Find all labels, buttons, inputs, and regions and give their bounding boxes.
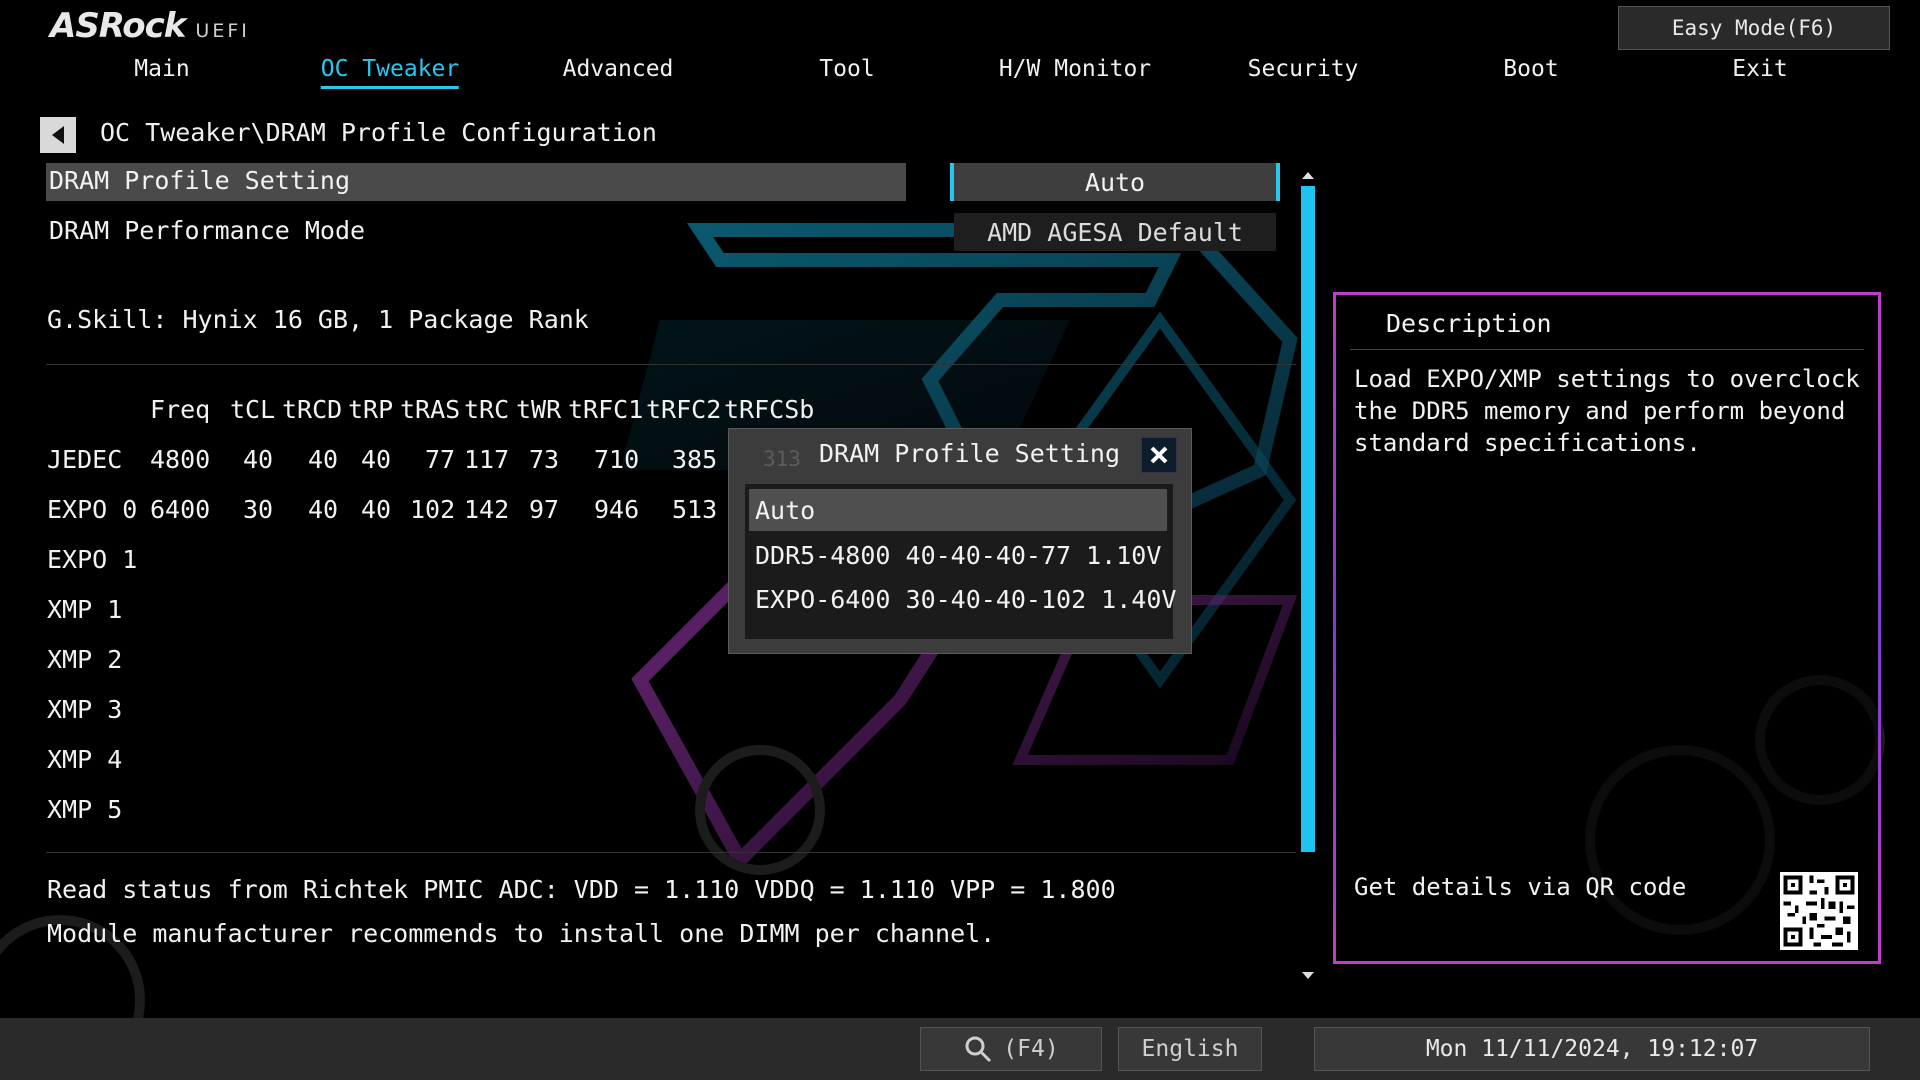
row-name: XMP 1	[47, 595, 123, 624]
row-name: EXPO 1	[47, 545, 138, 574]
popup-close-button[interactable]	[1141, 437, 1177, 473]
table-row: XMP 4	[46, 745, 746, 779]
tab-main[interactable]: Main	[134, 56, 189, 86]
row-name: XMP 3	[47, 695, 123, 724]
table-row: XMP 2	[46, 645, 746, 679]
cell: 513	[672, 495, 718, 524]
language-button[interactable]: English	[1118, 1027, 1262, 1071]
search-icon	[965, 1036, 992, 1063]
tab-advanced[interactable]: Advanced	[563, 56, 674, 86]
cell: 102	[410, 495, 456, 524]
popup-option-ddr5-4800[interactable]: DDR5-4800 40-40-40-77 1.10V	[749, 534, 1167, 576]
row-name: EXPO 0	[47, 495, 138, 524]
col-trcd: tRCD	[282, 395, 343, 424]
col-twr: tWR	[516, 395, 562, 424]
module-info: G.Skill: Hynix 16 GB, 1 Package Rank	[47, 305, 589, 334]
col-tras: tRAS	[400, 395, 461, 424]
cell: 4800	[150, 445, 211, 474]
col-freq: Freq	[150, 395, 211, 424]
search-shortcut: (F4)	[1003, 1036, 1059, 1062]
tab-tool[interactable]: Tool	[819, 56, 874, 86]
asrock-logo: ASRock UEFI	[50, 6, 250, 50]
breadcrumb: OC Tweaker\DRAM Profile Configuration	[100, 118, 657, 147]
tab-exit[interactable]: Exit	[1732, 56, 1787, 86]
easy-mode-button[interactable]: Easy Mode(F6)	[1618, 6, 1890, 50]
table-row: JEDEC 4800 40 40 40 77 117 73 710 385	[46, 445, 746, 479]
col-trfc1: tRFC1	[568, 395, 644, 424]
description-title: Description	[1386, 309, 1552, 338]
scroll-down-arrow-icon[interactable]	[1302, 972, 1314, 979]
tab-oc-tweaker[interactable]: OC Tweaker	[320, 56, 460, 89]
close-icon	[1150, 446, 1168, 464]
cell: 40	[308, 445, 339, 474]
pmic-status: Read status from Richtek PMIC ADC: VDD =…	[47, 875, 1116, 904]
dram-profile-setting-label: DRAM Profile Setting	[49, 166, 351, 195]
logo-text: ASRock	[50, 6, 186, 46]
dram-performance-mode-label: DRAM Performance Mode	[49, 216, 366, 245]
back-arrow-icon	[52, 126, 64, 144]
col-trc: tRC	[464, 395, 510, 424]
cell: 385	[672, 445, 718, 474]
row-name: XMP 4	[47, 745, 123, 774]
col-tcl: tCL	[230, 395, 276, 424]
cell: 117	[464, 445, 510, 474]
cell: 40	[361, 495, 392, 524]
row-name: JEDEC	[47, 445, 123, 474]
col-trfc2: tRFC2	[646, 395, 722, 424]
tab-boot[interactable]: Boot	[1503, 56, 1558, 86]
dram-performance-mode-value[interactable]: AMD AGESA Default	[954, 213, 1276, 251]
divider-top	[46, 364, 1296, 365]
cell: 97	[529, 495, 560, 524]
back-button[interactable]	[40, 117, 76, 153]
cell: 30	[243, 495, 274, 524]
tab-security[interactable]: Security	[1248, 56, 1359, 86]
qr-code-icon	[1780, 872, 1858, 950]
cell: 6400	[150, 495, 211, 524]
dram-profile-popup: 313 DRAM Profile Setting Auto DDR5-4800 …	[728, 428, 1192, 654]
popup-option-expo-6400[interactable]: EXPO-6400 30-40-40-102 1.40V	[749, 578, 1176, 620]
popup-ghost-value: 313	[763, 447, 801, 471]
description-text: Load EXPO/XMP settings to overclock the …	[1354, 365, 1860, 457]
main-tab-bar: Main OC Tweaker Advanced Tool H/W Monito…	[0, 56, 1920, 96]
row-name: XMP 2	[47, 645, 123, 674]
table-row: EXPO 1	[46, 545, 746, 579]
col-trfcsb: tRFCSb	[724, 395, 815, 424]
dimm-note: Module manufacturer recommends to instal…	[47, 919, 996, 948]
table-row: XMP 5	[46, 795, 746, 829]
dram-profile-setting-value[interactable]: Auto	[950, 163, 1280, 201]
table-row: EXPO 0 6400 30 40 40 102 142 97 946 513	[46, 495, 746, 529]
tab-hw-monitor[interactable]: H/W Monitor	[999, 56, 1151, 86]
popup-option-list: Auto DDR5-4800 40-40-40-77 1.10V EXPO-64…	[745, 484, 1176, 639]
cell: 40	[308, 495, 339, 524]
popup-title: DRAM Profile Setting	[819, 439, 1121, 468]
scrollbar-thumb[interactable]	[1301, 186, 1315, 852]
cell: 710	[594, 445, 640, 474]
scroll-up-arrow-icon[interactable]	[1302, 172, 1314, 179]
footer-bar: (F4) English Mon 11/11/2024, 19:12:07	[0, 1018, 1920, 1080]
cell: 946	[594, 495, 640, 524]
popup-option-auto[interactable]: Auto	[749, 489, 1167, 531]
description-panel: Description Load EXPO/XMP settings to ov…	[1333, 292, 1881, 964]
logo-subtext: UEFI	[195, 20, 250, 42]
table-row: XMP 3	[46, 695, 746, 729]
col-trp: tRP	[348, 395, 394, 424]
table-row: XMP 1	[46, 595, 746, 629]
divider-bottom	[46, 852, 1296, 853]
cell: 40	[243, 445, 274, 474]
description-divider	[1350, 349, 1864, 350]
cell: 40	[361, 445, 392, 474]
cell: 73	[529, 445, 560, 474]
cell: 142	[464, 495, 510, 524]
search-button[interactable]: (F4)	[920, 1027, 1102, 1071]
datetime-display: Mon 11/11/2024, 19:12:07	[1314, 1027, 1870, 1071]
row-name: XMP 5	[47, 795, 123, 824]
cell: 77	[425, 445, 456, 474]
qr-caption: Get details via QR code	[1354, 873, 1687, 901]
timing-header-row: Freq tCL tRCD tRP tRAS tRC tWR tRFC1 tRF…	[46, 395, 814, 429]
